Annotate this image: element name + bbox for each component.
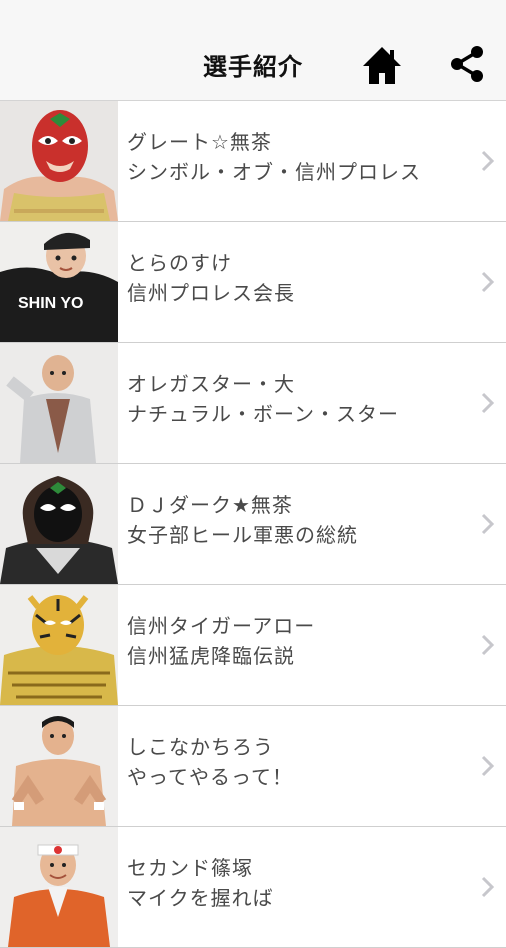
list-item[interactable]: グレート☆無茶 シンボル・オブ・信州プロレス xyxy=(0,101,506,222)
wrestler-text: オレガスター・大 ナチュラル・ボーン・スター xyxy=(127,369,467,429)
list-item[interactable]: セカンド篠塚 マイクを握れば xyxy=(0,827,506,948)
list-item[interactable]: SHIN YO とらのすけ 信州プロレス会長 xyxy=(0,222,506,343)
chevron-right-icon xyxy=(481,392,495,414)
wrestler-text: セカンド篠塚 マイクを握れば xyxy=(127,853,467,913)
list-item[interactable]: 信州タイガーアロー 信州猛虎降臨伝説 xyxy=(0,585,506,706)
chevron-right-icon xyxy=(481,271,495,293)
navigation-bar: 選手紹介 xyxy=(0,0,506,101)
wrestler-photo xyxy=(0,343,118,463)
wrestler-name: ＤＪダーク★無茶 xyxy=(127,493,293,517)
wrestler-photo xyxy=(0,101,118,221)
wrestler-subtitle: 女子部ヒール軍悪の総統 xyxy=(127,523,358,547)
wrestler-name: しこなかちろう xyxy=(127,735,274,759)
list-item[interactable]: しこなかちろう やってやるって！ xyxy=(0,706,506,827)
wrestler-subtitle: 信州プロレス会長 xyxy=(127,281,295,305)
wrestler-name: 信州タイガーアロー xyxy=(127,614,316,638)
wrestler-name: オレガスター・大 xyxy=(127,372,295,396)
chevron-right-icon xyxy=(481,876,495,898)
list-item[interactable]: ＤＪダーク★無茶 女子部ヒール軍悪の総統 xyxy=(0,464,506,585)
home-button[interactable] xyxy=(360,44,404,88)
chevron-right-icon xyxy=(481,513,495,535)
wrestler-subtitle: ナチュラル・ボーン・スター xyxy=(127,402,399,426)
wrestler-photo xyxy=(0,827,118,947)
wrestler-text: 信州タイガーアロー 信州猛虎降臨伝説 xyxy=(127,611,467,671)
wrestler-name: とらのすけ xyxy=(127,251,232,275)
wrestler-subtitle: マイクを握れば xyxy=(127,886,274,910)
wrestler-text: グレート☆無茶 シンボル・オブ・信州プロレス xyxy=(127,127,467,187)
share-icon xyxy=(451,46,483,82)
wrestler-photo xyxy=(0,464,118,584)
svg-text:SHIN YO: SHIN YO xyxy=(18,295,84,312)
wrestler-name: グレート☆無茶 xyxy=(127,130,272,154)
wrestler-subtitle: シンボル・オブ・信州プロレス xyxy=(127,160,421,184)
wrestler-list: グレート☆無茶 シンボル・オブ・信州プロレス SHIN YO とらのすけ 信州プ… xyxy=(0,101,506,948)
wrestler-subtitle: 信州猛虎降臨伝説 xyxy=(127,644,295,668)
chevron-right-icon xyxy=(481,150,495,172)
wrestler-text: しこなかちろう やってやるって！ xyxy=(127,732,467,792)
wrestler-photo xyxy=(0,585,118,705)
list-item[interactable]: オレガスター・大 ナチュラル・ボーン・スター xyxy=(0,343,506,464)
wrestler-photo xyxy=(0,706,118,826)
chevron-right-icon xyxy=(481,755,495,777)
share-button[interactable] xyxy=(446,43,490,87)
wrestler-name: セカンド篠塚 xyxy=(127,856,253,880)
wrestler-photo: SHIN YO xyxy=(0,222,118,342)
wrestler-text: とらのすけ 信州プロレス会長 xyxy=(127,248,467,308)
home-icon xyxy=(363,47,401,84)
chevron-right-icon xyxy=(481,634,495,656)
wrestler-subtitle: やってやるって！ xyxy=(127,765,293,789)
wrestler-text: ＤＪダーク★無茶 女子部ヒール軍悪の総統 xyxy=(127,490,467,550)
page-title: 選手紹介 xyxy=(203,53,303,81)
